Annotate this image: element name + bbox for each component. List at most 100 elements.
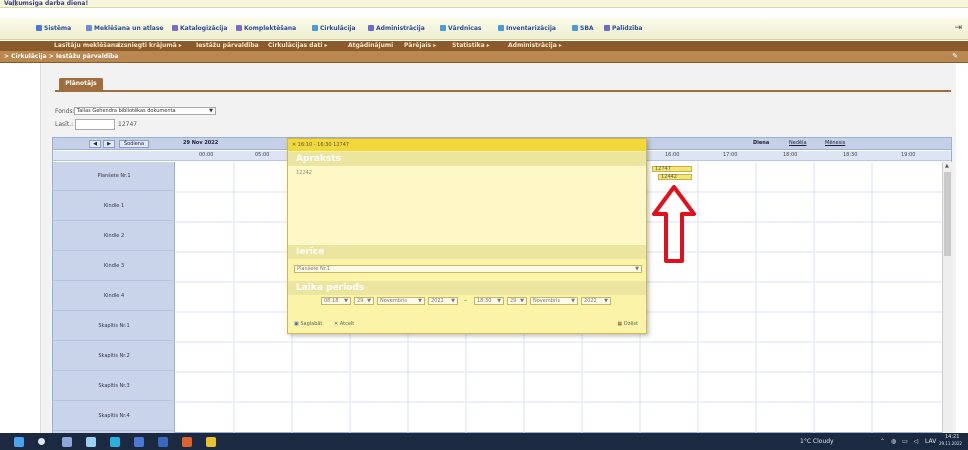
menu-item-komplektesana[interactable]: Komplektēšana xyxy=(236,25,296,32)
menu-item-administracija[interactable]: Administrācija xyxy=(368,25,425,32)
tab-planotajs[interactable]: Plānotājs xyxy=(59,78,103,90)
trash-icon: ▦ xyxy=(617,321,623,327)
resource-row[interactable]: Planšete Nr.1 xyxy=(53,162,175,191)
end-time-select[interactable]: 18:30 ▼ xyxy=(474,297,504,305)
fonds-select[interactable]: Tallas Gehendra bibliotēkas dokumenta ▼ xyxy=(74,107,216,115)
next-button[interactable]: ▶ xyxy=(103,140,115,148)
chevron-down-icon: ▼ xyxy=(520,298,524,304)
start-month-select[interactable]: Novembris ▼ xyxy=(377,297,425,305)
resource-list: Planšete Nr.1 Kindle 1 Kindle 2 Kindle 3… xyxy=(53,162,175,434)
submenu-item-iestazu-parvaldiba[interactable]: Iestāžu pārvaldība xyxy=(196,42,259,50)
app-icon[interactable] xyxy=(206,437,216,447)
main-menu: Sistēma Meklēšana un atlase Katalogizāci… xyxy=(0,18,968,40)
time-label: 18:30 xyxy=(843,152,858,158)
time-label: 05:00 xyxy=(255,152,270,158)
submenu-item-administracija[interactable]: Administrācija ▸ xyxy=(508,42,562,50)
clock-time[interactable]: 14:21 xyxy=(945,434,959,440)
clock-date[interactable]: 29.11.2022 xyxy=(939,441,962,446)
reader-input[interactable] xyxy=(75,119,115,130)
end-month-select[interactable]: Novembris ▼ xyxy=(530,297,578,305)
browser-icon[interactable] xyxy=(110,437,120,447)
acquisition-icon xyxy=(236,25,242,31)
breadcrumb[interactable]: > Cirkulācija > Iestāžu pārvaldība xyxy=(4,53,118,60)
menu-item-vardnicas[interactable]: Vārdnīcas xyxy=(440,25,481,32)
save-icon: ▣ xyxy=(294,321,299,327)
chevron-down-icon: ▼ xyxy=(497,298,501,304)
menu-item-palidziba[interactable]: Palīdzība xyxy=(604,25,643,32)
time-label: 00:00 xyxy=(199,152,214,158)
tray-icons[interactable]: ⌃ ◍ ▭ ◁ xyxy=(880,438,920,445)
resource-row[interactable]: Kindle 4 xyxy=(53,282,175,311)
resource-row[interactable]: Skapītis Nr.3 xyxy=(53,372,175,401)
section-period: Laika periods xyxy=(288,281,646,295)
submenu-item-statistika[interactable]: Statistika ▸ xyxy=(452,42,490,50)
menu-item-meklesana[interactable]: Meklēšana un atlase xyxy=(86,25,163,32)
submenu-item-cirkulacijas-dati[interactable]: Cirkulācijas dati ▸ xyxy=(268,42,328,50)
sba-icon xyxy=(572,25,578,31)
submenu-item-parejais[interactable]: Pārējais ▸ xyxy=(404,42,436,50)
start-year-select[interactable]: 2022 ▼ xyxy=(428,297,458,305)
cancel-button[interactable]: ✕ Atcelt xyxy=(334,321,354,327)
device-select[interactable]: Planšete Nr.1 ▼ xyxy=(294,265,642,273)
language-indicator[interactable]: LAV xyxy=(925,438,936,445)
section-device: Ierīce xyxy=(288,245,646,259)
vertical-scrollbar[interactable]: ▲ xyxy=(942,162,952,434)
admin-icon xyxy=(368,25,374,31)
today-button[interactable]: Šodiena xyxy=(119,140,149,148)
weather-status[interactable]: 1°C Cloudy xyxy=(800,438,834,445)
prev-button[interactable]: ◀ xyxy=(89,140,101,148)
save-button[interactable]: ▣ Saglabāt xyxy=(294,321,322,327)
time-label: 18:00 xyxy=(783,152,798,158)
start-day-select[interactable]: 29 ▼ xyxy=(354,297,374,305)
chevron-down-icon: ▼ xyxy=(635,266,639,272)
scroll-thumb[interactable] xyxy=(944,172,951,256)
chevron-down-icon: ▼ xyxy=(367,298,371,304)
dictionary-icon xyxy=(440,25,446,31)
start-time-select[interactable]: 08:18 ▼ xyxy=(321,297,351,305)
description-area[interactable]: 12242 xyxy=(288,166,646,245)
search-icon xyxy=(86,25,92,31)
catalog-icon xyxy=(172,25,178,31)
end-year-select[interactable]: 2022 ▼ xyxy=(581,297,611,305)
system-icon xyxy=(36,25,42,31)
calendar-event[interactable]: 12442 xyxy=(658,174,692,180)
resource-row[interactable]: Skapītis Nr.2 xyxy=(53,342,175,371)
time-label: 17:00 xyxy=(723,152,738,158)
calendar-event[interactable]: 12747 xyxy=(652,166,692,172)
task-view-icon[interactable] xyxy=(62,437,72,447)
sub-menu: Lasītāju meklēšana Izsniegti krājumā ▸ I… xyxy=(0,41,968,51)
menu-item-sba[interactable]: SBA xyxy=(572,25,594,32)
search-icon[interactable] xyxy=(38,438,45,445)
window-controls[interactable]: — □ ✕ xyxy=(4,0,958,8)
resource-row[interactable]: Kindle 3 xyxy=(53,252,175,281)
menu-item-cirkulacija[interactable]: Cirkulācija xyxy=(312,25,356,32)
menu-item-sistema[interactable]: Sistēma xyxy=(36,25,71,32)
resource-row[interactable]: Kindle 1 xyxy=(53,192,175,221)
submenu-item-izsniegti[interactable]: Izsniegti krājumā ▸ xyxy=(118,42,182,50)
view-day[interactable]: Diena xyxy=(753,140,769,146)
firefox-icon[interactable] xyxy=(182,437,192,447)
scroll-up-icon[interactable]: ▲ xyxy=(945,163,949,169)
edit-icon[interactable]: ✎ xyxy=(952,52,958,60)
resource-row[interactable]: Skapītis Nr.4 xyxy=(53,402,175,431)
menu-item-katalogizacija[interactable]: Katalogizācija xyxy=(172,25,227,32)
view-month[interactable]: Mēnesis xyxy=(825,140,845,146)
menu-item-inventarizacija[interactable]: Inventarizācija xyxy=(498,25,556,32)
submenu-item-lasitaju-meklesana[interactable]: Lasītāju meklēšana xyxy=(54,42,119,50)
resource-row[interactable]: Kindle 2 xyxy=(53,222,175,251)
submenu-item-atgadinajumi[interactable]: Atgādinājumi xyxy=(348,42,393,50)
tab-underline xyxy=(55,90,951,92)
store-icon[interactable] xyxy=(134,437,144,447)
period-dash: – xyxy=(464,297,467,304)
chevron-down-icon: ▼ xyxy=(451,298,455,304)
calendar-date: 29 Nov 2022 xyxy=(183,140,219,146)
resource-row[interactable]: Skapītis Nr.1 xyxy=(53,312,175,341)
start-icon[interactable] xyxy=(14,437,24,447)
end-day-select[interactable]: 29 ▼ xyxy=(507,297,527,305)
delete-button[interactable]: ▦ Dzēst xyxy=(618,321,638,327)
mail-icon[interactable] xyxy=(158,437,168,447)
popup-header: ✕ 16:10 - 16:30 12747 xyxy=(288,139,646,151)
exit-icon[interactable]: ⇥ xyxy=(954,23,962,33)
view-week[interactable]: Nedēļa xyxy=(789,140,807,146)
edge-icon[interactable] xyxy=(86,437,96,447)
